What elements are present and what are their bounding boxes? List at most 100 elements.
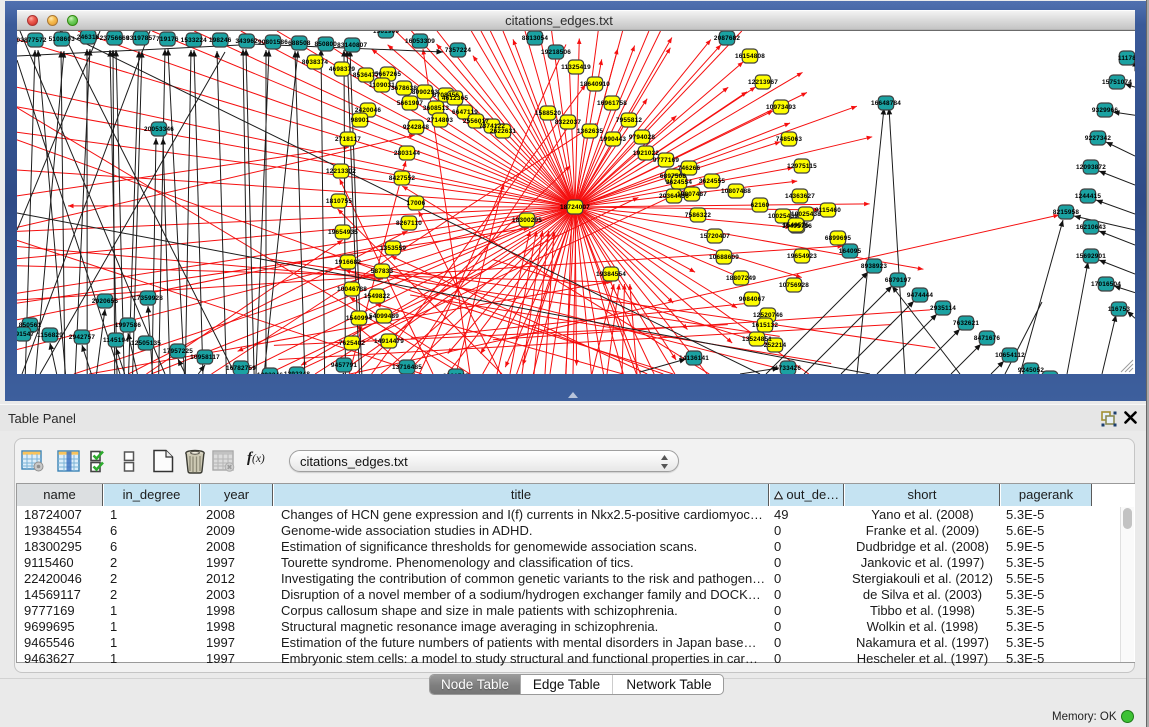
svg-text:14136141: 14136141 — [679, 355, 709, 362]
svg-text:17359928: 17359928 — [133, 295, 163, 302]
svg-text:13716485: 13716485 — [392, 364, 422, 371]
svg-text:1292346: 1292346 — [257, 372, 284, 374]
svg-text:877572: 877572 — [24, 37, 47, 44]
svg-text:15692901: 15692901 — [1076, 253, 1106, 260]
svg-text:16782759: 16782759 — [226, 365, 256, 372]
svg-text:6647119: 6647119 — [452, 109, 478, 116]
svg-text:12505135: 12505135 — [131, 340, 161, 347]
svg-text:98901: 98901 — [351, 117, 370, 124]
svg-text:7357224: 7357224 — [445, 47, 472, 54]
svg-text:1533224: 1533224 — [181, 37, 208, 44]
svg-text:16154808: 16154808 — [735, 53, 765, 60]
svg-text:1292348: 1292348 — [284, 371, 311, 374]
svg-text:83197857: 83197857 — [126, 35, 156, 42]
svg-text:9115460: 9115460 — [815, 207, 841, 214]
svg-text:19384554: 19384554 — [596, 271, 626, 278]
svg-text:62160: 62160 — [751, 202, 770, 209]
svg-text:5661907: 5661907 — [397, 100, 424, 107]
svg-text:9777169: 9777169 — [653, 157, 680, 164]
svg-text:8215958: 8215958 — [1053, 209, 1080, 216]
svg-text:8231707: 8231707 — [443, 373, 470, 374]
svg-text:8322037: 8322037 — [555, 119, 582, 126]
svg-text:587833: 587833 — [371, 268, 394, 275]
svg-text:12093872: 12093872 — [1076, 164, 1106, 171]
svg-text:1353559: 1353559 — [380, 245, 407, 252]
svg-text:5108603: 5108603 — [49, 36, 76, 43]
svg-text:10025439: 10025439 — [768, 213, 798, 220]
svg-text:688508: 688508 — [288, 40, 311, 47]
svg-text:6899695: 6899695 — [825, 235, 852, 242]
svg-text:1921022: 1921022 — [633, 150, 660, 157]
svg-text:12213967: 12213967 — [748, 79, 778, 86]
svg-text:10973493: 10973493 — [766, 104, 796, 111]
svg-text:54099489: 54099489 — [369, 313, 399, 320]
svg-text:1990443: 1990443 — [600, 136, 627, 143]
svg-text:10807488: 10807488 — [721, 188, 751, 195]
svg-text:1810755: 1810755 — [326, 198, 353, 205]
svg-text:7485063: 7485063 — [776, 136, 803, 143]
svg-text:2942757: 2942757 — [69, 334, 96, 341]
svg-text:8038374: 8038374 — [302, 59, 329, 66]
svg-text:8427552: 8427552 — [389, 175, 416, 182]
svg-text:1549575: 1549575 — [783, 222, 810, 229]
svg-text:719176: 719176 — [156, 36, 179, 43]
svg-text:10654112: 10654112 — [995, 352, 1025, 359]
svg-text:16053309: 16053309 — [405, 38, 435, 45]
svg-text:3624554: 3624554 — [666, 179, 693, 186]
svg-text:2714803: 2714803 — [427, 117, 454, 124]
svg-text:10046788: 10046788 — [337, 286, 367, 293]
svg-text:1361909: 1361909 — [373, 31, 400, 35]
svg-text:9245052: 9245052 — [1018, 367, 1045, 374]
svg-text:2622631: 2622631 — [490, 128, 517, 135]
svg-text:1244415: 1244415 — [1075, 193, 1102, 200]
svg-text:6879197: 6879197 — [885, 277, 912, 284]
svg-text:4612365: 4612365 — [442, 95, 469, 102]
svg-text:8813054: 8813054 — [522, 35, 549, 42]
svg-text:198246: 198246 — [209, 37, 232, 44]
svg-text:16210643: 16210643 — [1076, 224, 1106, 231]
svg-text:83140807: 83140807 — [337, 42, 367, 49]
svg-text:18724007: 18724007 — [560, 204, 590, 211]
svg-text:14914479: 14914479 — [374, 338, 404, 345]
svg-text:19218506: 19218506 — [541, 49, 571, 56]
svg-text:17957225: 17957225 — [163, 348, 193, 355]
svg-text:15720407: 15720407 — [700, 233, 730, 240]
svg-text:9329966: 9329966 — [1092, 107, 1119, 114]
svg-text:20364436: 20364436 — [659, 193, 689, 200]
svg-text:18807249: 18807249 — [726, 275, 756, 282]
svg-text:18640910: 18640910 — [580, 81, 610, 88]
svg-text:12213302: 12213302 — [326, 168, 356, 175]
svg-text:19654923: 19654923 — [787, 253, 817, 260]
svg-text:1916682: 1916682 — [335, 259, 362, 266]
svg-text:1156829: 1156829 — [37, 332, 63, 339]
svg-text:1733426: 1733426 — [775, 365, 802, 372]
svg-text:391547: 391547 — [17, 331, 35, 338]
svg-text:1362635: 1362635 — [577, 128, 604, 135]
svg-text:8471676: 8471676 — [974, 335, 1001, 342]
svg-text:18300295: 18300295 — [512, 217, 542, 224]
svg-text:1549822: 1549822 — [364, 293, 391, 300]
svg-text:9084067: 9084067 — [739, 296, 766, 303]
svg-text:19654935: 19654935 — [328, 229, 358, 236]
svg-text:8938923: 8938923 — [861, 263, 888, 270]
svg-text:850561: 850561 — [19, 322, 42, 329]
svg-text:11178: 11178 — [1118, 55, 1135, 62]
svg-text:3624555: 3624555 — [699, 178, 726, 185]
svg-text:7625402: 7625402 — [339, 340, 366, 347]
svg-text:12520746: 12520746 — [753, 312, 783, 319]
svg-text:17006: 17006 — [407, 200, 426, 207]
svg-text:90801586: 90801586 — [258, 39, 288, 46]
svg-text:14363627: 14363627 — [785, 193, 815, 200]
svg-text:5667265: 5667265 — [375, 71, 402, 78]
svg-text:12975115: 12975115 — [787, 163, 817, 170]
svg-text:2020655: 2020655 — [92, 298, 119, 305]
svg-text:7955812: 7955812 — [616, 117, 643, 124]
svg-text:850800: 850800 — [315, 41, 338, 48]
svg-text:252214: 252214 — [764, 342, 787, 349]
svg-text:9457791: 9457791 — [331, 362, 358, 369]
svg-text:343962: 343962 — [235, 38, 258, 45]
svg-text:746266: 746266 — [678, 165, 701, 172]
svg-text:10688609: 10688609 — [709, 254, 739, 261]
svg-text:116753: 116753 — [1108, 306, 1130, 313]
svg-text:17016504: 17016504 — [1091, 281, 1121, 288]
